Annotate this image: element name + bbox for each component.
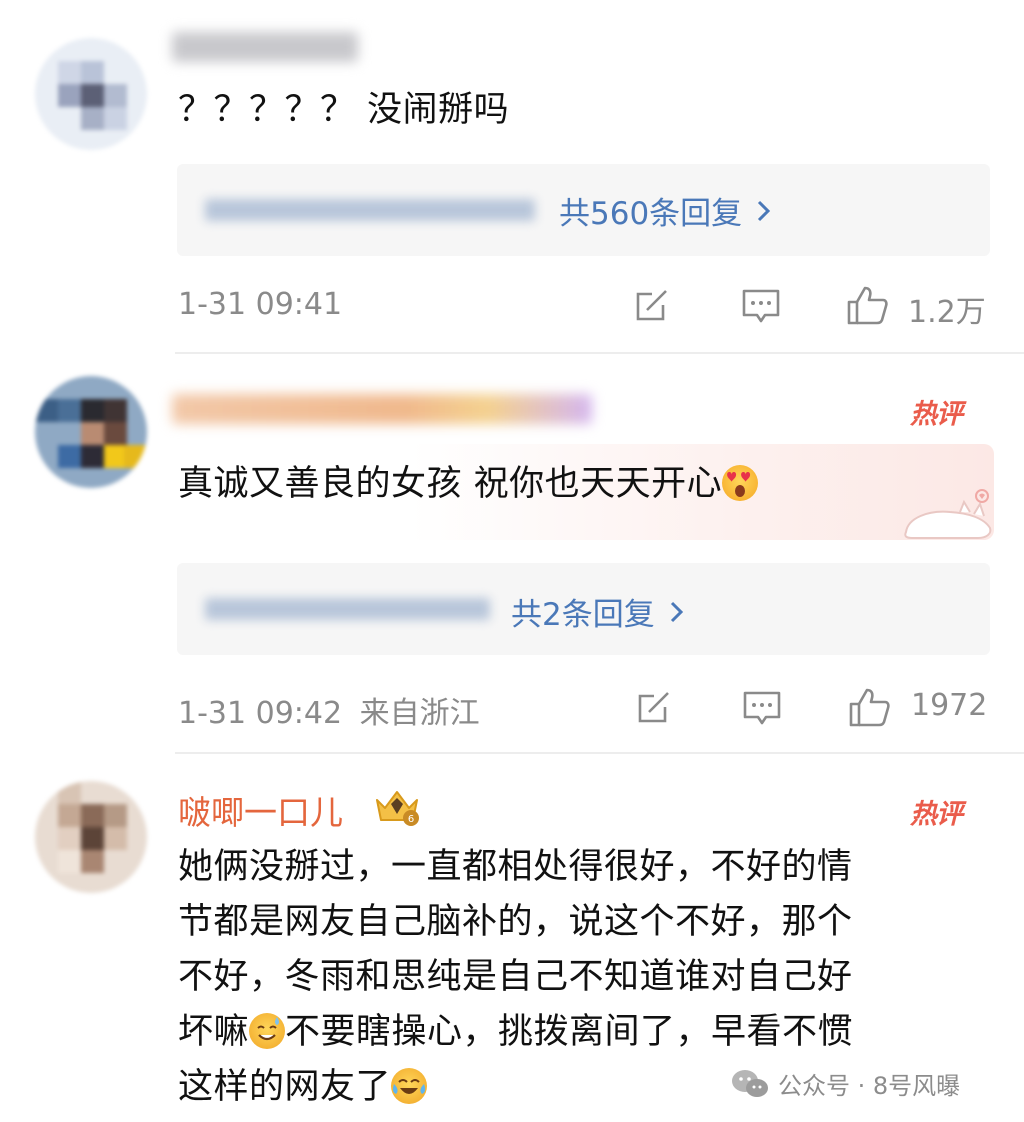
like-count: 1.2万	[908, 295, 986, 330]
hot-comment-badge: 热评	[910, 799, 963, 830]
like-count: 1972	[911, 688, 988, 723]
cat-decoration-icon	[898, 488, 998, 544]
share-icon[interactable]	[633, 287, 671, 325]
heart-eyes-emoji-icon	[722, 465, 759, 501]
tears-of-joy-emoji-icon	[391, 1068, 428, 1104]
reply-count-link[interactable]: 共560条回复	[559, 188, 772, 233]
avatar[interactable]	[35, 376, 147, 488]
reply-preview-blurred	[205, 598, 490, 620]
wechat-icon	[730, 1068, 770, 1100]
share-icon[interactable]	[635, 689, 673, 727]
reply-count-label: 共2条回复	[511, 597, 655, 633]
watermark: 公众号 · 8号风曝	[730, 1066, 960, 1101]
reply-preview-box[interactable]: 共2条回复	[177, 563, 990, 655]
timestamp: 1-31 09:41	[178, 287, 343, 322]
reply-preview-box[interactable]: 共560条回复	[177, 164, 990, 256]
chevron-right-icon	[669, 599, 685, 625]
comment-text: 真诚又善良的女孩 祝你也天天开心	[178, 456, 759, 512]
svg-text:6: 6	[408, 814, 414, 825]
chevron-right-icon	[756, 198, 772, 224]
divider	[175, 352, 1024, 354]
comment-line: 节都是网友自己脑补的，说这个不好，那个	[178, 902, 853, 942]
thumbs-up-icon[interactable]	[848, 686, 892, 728]
username-blurred[interactable]	[172, 32, 358, 62]
hot-comment-badge: 热评	[910, 399, 963, 430]
divider	[175, 752, 1024, 754]
reply-count-link[interactable]: 共2条回复	[511, 589, 685, 634]
comment-line: 她俩没掰过，一直都相处得很好，不好的情	[178, 847, 853, 887]
watermark-text: 公众号 · 8号风曝	[778, 1072, 961, 1100]
crown-badge-icon: 6	[371, 786, 423, 828]
location-text: 来自浙江	[359, 696, 480, 731]
comment-line-rest: 不要瞎操心，挑拨离间了，早看不惯	[285, 1012, 854, 1052]
thumbs-up-icon[interactable]	[846, 284, 890, 326]
comment-line: 不好，冬雨和思纯是自己不知道谁对自己好	[178, 957, 853, 997]
timestamp-text: 1-31 09:42	[178, 696, 343, 731]
avatar[interactable]	[35, 781, 147, 893]
username-blurred[interactable]	[172, 394, 592, 424]
sweat-smile-emoji-icon	[249, 1013, 286, 1049]
comment-line-start: 这样的网友了	[178, 1067, 392, 1107]
comment-text-content: 真诚又善良的女孩 祝你也天天开心	[178, 464, 723, 504]
reply-count-label: 共560条回复	[559, 196, 743, 232]
comment-icon[interactable]	[741, 287, 781, 325]
comment-icon[interactable]	[742, 689, 782, 727]
avatar[interactable]	[35, 38, 147, 150]
comment-line: 坏嘛 不要瞎操心，挑拨离间了，早看不惯	[178, 1005, 998, 1060]
reply-preview-blurred	[205, 199, 535, 221]
comment-line-start: 坏嘛	[178, 1012, 250, 1052]
username[interactable]: 啵唧一口儿	[178, 786, 343, 834]
comment-text: ？？？？？ 没闹掰吗	[178, 90, 510, 130]
timestamp: 1-31 09:42 来自浙江	[178, 688, 480, 732]
